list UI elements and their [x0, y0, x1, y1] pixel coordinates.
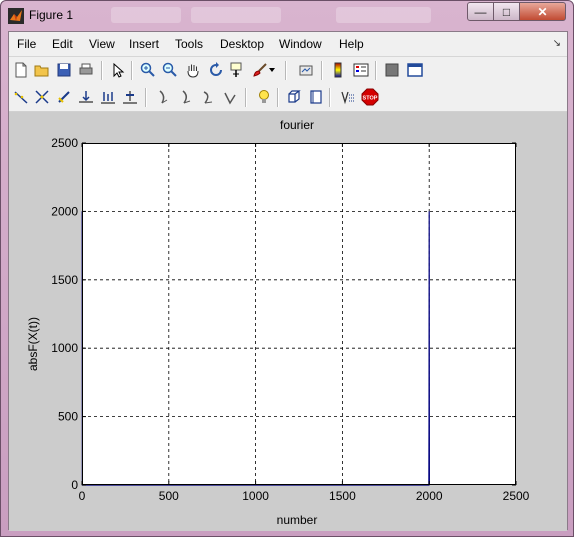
stop-icon[interactable]: STOP — [361, 88, 379, 106]
toolbar-separator — [245, 88, 247, 107]
save-icon[interactable] — [55, 61, 73, 79]
menu-desktop[interactable]: Desktop — [220, 37, 264, 51]
matrix-icon[interactable] — [339, 88, 357, 106]
menu-tools[interactable]: Tools — [175, 37, 203, 51]
minimize-icon: — — [474, 4, 487, 19]
dock-arrow-icon[interactable]: ↘ — [553, 38, 561, 49]
brush-dropdown-icon[interactable] — [267, 61, 277, 79]
zoom-in-icon[interactable] — [139, 61, 157, 79]
toolbar-separator — [321, 61, 323, 80]
toolbar-separator — [375, 61, 377, 80]
y-axis-label: absF(X(t)) — [26, 317, 40, 371]
pan-hand-icon[interactable] — [184, 61, 202, 79]
toolbar-separator — [329, 88, 331, 107]
x-tick-label: 500 — [159, 489, 179, 503]
camera-toolbar: STOP — [9, 84, 567, 112]
toolbar-separator — [277, 88, 279, 107]
x-tick-label: 1500 — [329, 489, 356, 503]
data-statistics-icon[interactable] — [33, 88, 51, 106]
chart-title: fourier — [280, 118, 314, 132]
line-tool-2-icon[interactable] — [177, 88, 195, 106]
toolbar-separator — [145, 88, 147, 107]
background-tab-blur — [111, 7, 181, 23]
pen-icon[interactable] — [55, 88, 73, 106]
axis-ruler-icon[interactable] — [121, 88, 139, 106]
axes-background[interactable] — [82, 143, 516, 485]
toolbar-separator — [101, 61, 103, 80]
background-tab-blur — [336, 7, 431, 23]
cube-icon[interactable] — [285, 88, 303, 106]
new-figure-icon[interactable] — [12, 61, 30, 79]
hide-plot-tools-icon[interactable] — [383, 61, 401, 79]
zoom-out-icon[interactable] — [161, 61, 179, 79]
edit-plot-arrow-icon[interactable] — [109, 61, 127, 79]
link-plot-icon[interactable] — [297, 61, 315, 79]
matlab-logo-icon — [8, 8, 24, 24]
window-title: Figure 1 — [29, 8, 74, 22]
line-tool-3-icon[interactable] — [199, 88, 217, 106]
y-tick-label: 500 — [58, 410, 78, 424]
distribute-icon[interactable] — [99, 88, 117, 106]
print-icon[interactable] — [77, 61, 95, 79]
fourier-chart[interactable]: fourier 0 500 1000 1500 2000 2500 0 500 1000 1500… — [9, 112, 567, 531]
basic-fitting-icon[interactable] — [12, 88, 30, 106]
maximize-icon: □ — [502, 4, 511, 19]
minimize-button[interactable]: — — [467, 2, 494, 21]
y-tick-label: 2500 — [51, 136, 78, 150]
align-icon[interactable] — [77, 88, 95, 106]
x-tick-label: 0 — [79, 489, 86, 503]
x-axis-label: number — [277, 513, 318, 527]
data-cursor-icon[interactable] — [229, 61, 247, 79]
show-plot-tools-icon[interactable] — [406, 61, 424, 79]
menu-help[interactable]: Help — [339, 37, 364, 51]
x-tick-label: 2000 — [416, 489, 443, 503]
close-button[interactable]: ✕ — [519, 2, 566, 21]
open-file-icon[interactable] — [33, 61, 51, 79]
book-icon[interactable] — [307, 88, 325, 106]
y-tick-label: 1500 — [51, 273, 78, 287]
menu-file[interactable]: File — [17, 37, 36, 51]
y-tick-label: 1000 — [51, 341, 78, 355]
background-tab-blur — [191, 7, 281, 23]
x-tick-label: 1000 — [242, 489, 269, 503]
maximize-button[interactable]: □ — [493, 2, 520, 21]
figure-toolbar — [9, 57, 567, 85]
figure-client-area: File Edit View Insert Tools Desktop Wind… — [8, 31, 568, 531]
figure-window: Figure 1 — □ ✕ File Edit View Insert Too… — [0, 0, 574, 537]
menu-edit[interactable]: Edit — [52, 37, 73, 51]
colorbar-icon[interactable] — [329, 61, 347, 79]
toolbar-separator — [285, 61, 287, 80]
menu-window[interactable]: Window — [279, 37, 322, 51]
line-tool-1-icon[interactable] — [155, 88, 173, 106]
toolbar-separator — [131, 61, 133, 80]
plot-area: fourier 0 500 1000 1500 2000 2500 0 500 1000 1500… — [9, 112, 567, 531]
menu-bar: File Edit View Insert Tools Desktop Wind… — [9, 32, 567, 57]
y-tick-label: 0 — [71, 478, 78, 492]
light-bulb-icon[interactable] — [255, 88, 273, 106]
menu-insert[interactable]: Insert — [129, 37, 159, 51]
close-icon: ✕ — [537, 4, 548, 19]
svg-text:STOP: STOP — [363, 96, 378, 102]
menu-view[interactable]: View — [89, 37, 115, 51]
title-bar[interactable]: Figure 1 — □ ✕ — [1, 1, 573, 31]
rotate-3d-icon[interactable] — [207, 61, 225, 79]
y-tick-label: 2000 — [51, 204, 78, 218]
x-tick-label: 2500 — [503, 489, 530, 503]
legend-icon[interactable] — [352, 61, 370, 79]
line-tool-4-icon[interactable] — [221, 88, 239, 106]
